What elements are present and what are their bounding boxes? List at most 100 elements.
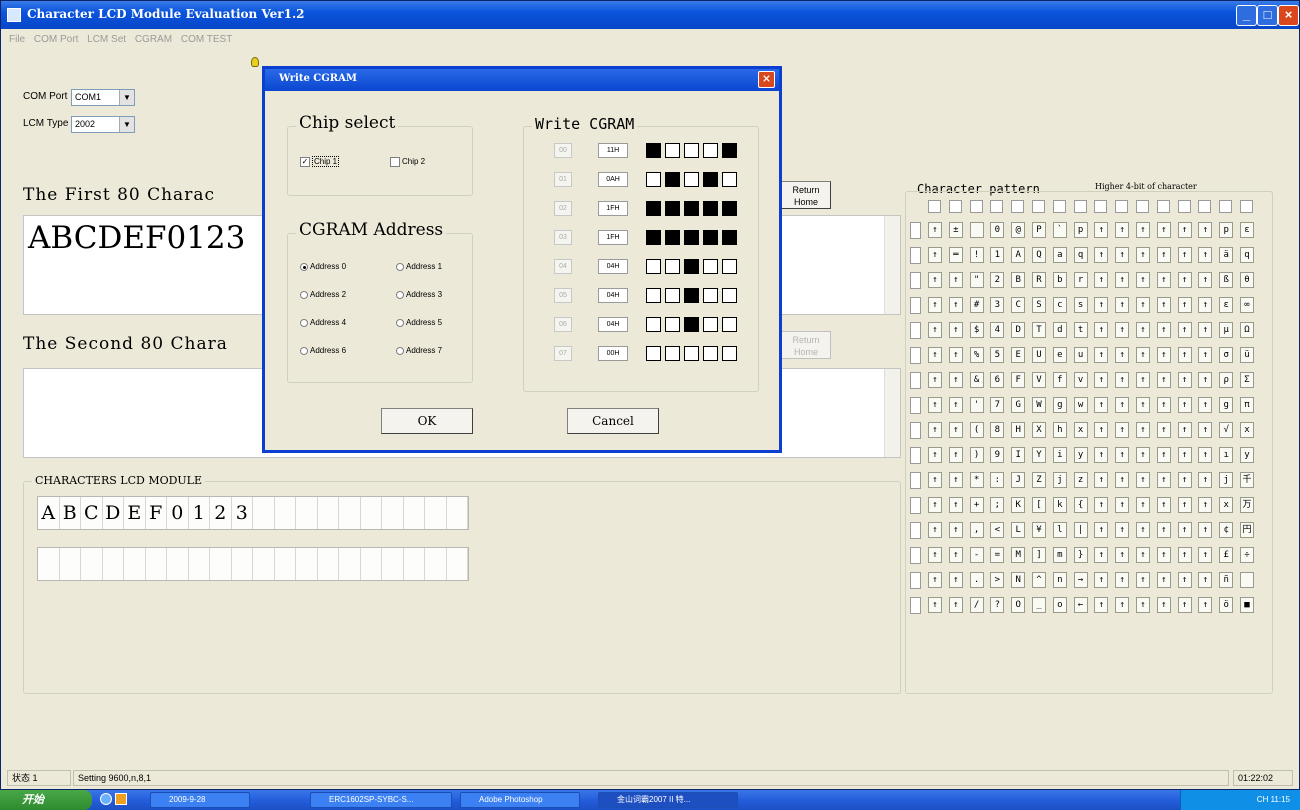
pattern-cell[interactable]: ↑ bbox=[928, 222, 942, 238]
pattern-cell[interactable]: 0 bbox=[990, 222, 1005, 238]
pattern-cell[interactable] bbox=[1240, 572, 1254, 588]
pattern-cell[interactable]: f bbox=[1052, 372, 1067, 388]
cgram-pixel-toggle[interactable] bbox=[722, 172, 737, 187]
cgram-row-hex-input[interactable]: 11H bbox=[598, 143, 628, 158]
pattern-cell[interactable]: 9 bbox=[990, 447, 1005, 463]
cgram-pixel-toggle[interactable] bbox=[684, 317, 699, 332]
chip1-checkbox[interactable]: ✓ Chip 1 bbox=[300, 156, 340, 168]
pattern-cell[interactable]: 2 bbox=[990, 272, 1005, 288]
pattern-cell[interactable]: ε bbox=[1219, 297, 1234, 313]
pattern-cell[interactable]: ↑ bbox=[1156, 522, 1171, 538]
pattern-cell[interactable]: ↑ bbox=[1156, 497, 1171, 513]
pattern-cell[interactable]: ↑ bbox=[1198, 272, 1213, 288]
pattern-cell[interactable]: ↑ bbox=[948, 572, 963, 588]
pattern-cell[interactable]: р bbox=[1219, 222, 1234, 238]
pattern-cell[interactable]: _ bbox=[1032, 597, 1046, 613]
cgram-pixel-toggle[interactable] bbox=[684, 288, 699, 303]
pattern-cell[interactable]: , bbox=[969, 522, 984, 538]
pattern-cell[interactable]: ↑ bbox=[928, 597, 942, 613]
cgram-row-hex-input[interactable]: 1FH bbox=[598, 201, 628, 216]
pattern-cell[interactable]: ρ bbox=[1219, 372, 1234, 388]
menu-com-test[interactable]: COM TEST bbox=[181, 34, 232, 45]
pattern-cell[interactable]: ↑ bbox=[948, 397, 963, 413]
cgram-pixel-toggle[interactable] bbox=[646, 259, 661, 274]
cgram-pixel-toggle[interactable] bbox=[665, 143, 680, 158]
com-port-select[interactable]: COM1 ▼ bbox=[71, 89, 135, 106]
pattern-cell[interactable]: X bbox=[1032, 422, 1046, 438]
pattern-cell[interactable]: Y bbox=[1032, 447, 1046, 463]
pattern-cell[interactable]: ↑ bbox=[928, 497, 942, 513]
pattern-cell[interactable]: ↑ bbox=[1115, 522, 1130, 538]
cgram-pixel-toggle[interactable] bbox=[722, 317, 737, 332]
pattern-cell[interactable]: y bbox=[1073, 447, 1088, 463]
cgram-pixel-toggle[interactable] bbox=[722, 346, 737, 361]
pattern-cell[interactable]: 円 bbox=[1240, 522, 1254, 538]
cgram-pixel-toggle[interactable] bbox=[684, 346, 699, 361]
pattern-column-checkbox[interactable] bbox=[1115, 200, 1129, 213]
pattern-cell[interactable]: ↑ bbox=[1198, 572, 1213, 588]
pattern-cell[interactable]: v bbox=[1073, 372, 1088, 388]
cgram-pixel-toggle[interactable] bbox=[665, 317, 680, 332]
pattern-cell[interactable]: ═ bbox=[948, 247, 963, 263]
pattern-cell[interactable]: K bbox=[1011, 497, 1026, 513]
pattern-cell[interactable]: ↑ bbox=[1198, 347, 1213, 363]
address-2-radio[interactable]: Address 2 bbox=[300, 290, 346, 299]
pattern-cell[interactable]: ↑ bbox=[1156, 572, 1171, 588]
pattern-cell[interactable]: # bbox=[969, 297, 984, 313]
pattern-cell[interactable]: ↑ bbox=[1094, 347, 1109, 363]
pattern-cell[interactable]: : bbox=[990, 472, 1005, 488]
pattern-cell[interactable]: q bbox=[1073, 247, 1088, 263]
pattern-cell[interactable] bbox=[969, 222, 984, 238]
cgram-pixel-toggle[interactable] bbox=[665, 201, 680, 216]
pattern-column-checkbox[interactable] bbox=[1052, 200, 1066, 213]
pattern-cell[interactable]: - bbox=[969, 547, 984, 563]
pattern-cell[interactable]: N bbox=[1011, 572, 1026, 588]
pattern-cell[interactable]: g bbox=[1052, 397, 1067, 413]
pattern-cell[interactable]: g bbox=[1219, 397, 1234, 413]
pattern-cell[interactable]: ↑ bbox=[928, 547, 942, 563]
pattern-cell[interactable]: ↑ bbox=[928, 322, 942, 338]
pattern-column-checkbox[interactable] bbox=[948, 200, 962, 213]
pattern-cell[interactable]: ■ bbox=[1240, 597, 1254, 613]
pattern-cell[interactable]: ↑ bbox=[1115, 422, 1130, 438]
pattern-cell[interactable]: ↑ bbox=[1115, 597, 1130, 613]
pattern-cell[interactable]: ↑ bbox=[948, 522, 963, 538]
pattern-cell[interactable]: c bbox=[1052, 297, 1067, 313]
pattern-column-checkbox[interactable] bbox=[1094, 200, 1108, 213]
pattern-cell[interactable]: ↑ bbox=[1177, 447, 1192, 463]
pattern-cell[interactable]: ↑ bbox=[1094, 322, 1109, 338]
pattern-cell[interactable]: p bbox=[1073, 222, 1088, 238]
pattern-cell[interactable]: F bbox=[1011, 372, 1026, 388]
pattern-cell[interactable]: k bbox=[1052, 497, 1067, 513]
pattern-cell[interactable]: ↑ bbox=[1136, 522, 1150, 538]
pattern-row-checkbox[interactable] bbox=[910, 497, 921, 514]
pattern-cell[interactable]: ↑ bbox=[1094, 372, 1109, 388]
pattern-cell[interactable]: Σ bbox=[1240, 372, 1254, 388]
pattern-cell[interactable]: ↑ bbox=[1136, 422, 1150, 438]
pattern-cell[interactable]: ! bbox=[969, 247, 984, 263]
task-document[interactable]: ERC1602SP-SYBC-S... bbox=[310, 792, 452, 808]
pattern-cell[interactable]: ↑ bbox=[948, 597, 963, 613]
cgram-pixel-toggle[interactable] bbox=[722, 259, 737, 274]
pattern-cell[interactable]: ↑ bbox=[928, 272, 942, 288]
pattern-cell[interactable]: * bbox=[969, 472, 984, 488]
pattern-cell[interactable]: ↑ bbox=[1115, 272, 1130, 288]
pattern-cell[interactable]: 1 bbox=[990, 247, 1005, 263]
pattern-row-checkbox[interactable] bbox=[910, 397, 921, 414]
pattern-cell[interactable]: ↑ bbox=[1115, 572, 1130, 588]
pattern-cell[interactable]: = bbox=[990, 547, 1005, 563]
lcm-type-select[interactable]: 2002 ▼ bbox=[71, 116, 135, 133]
pattern-cell[interactable]: ↑ bbox=[928, 472, 942, 488]
cgram-pixel-toggle[interactable] bbox=[646, 346, 661, 361]
pattern-cell[interactable]: ↑ bbox=[1136, 272, 1150, 288]
pattern-row-checkbox[interactable] bbox=[910, 222, 921, 239]
pattern-cell[interactable]: L bbox=[1011, 522, 1026, 538]
pattern-cell[interactable]: ↑ bbox=[1094, 447, 1109, 463]
pattern-cell[interactable]: → bbox=[1073, 572, 1088, 588]
return-home-button-1[interactable]: Return Home bbox=[781, 181, 831, 209]
pattern-cell[interactable]: ↑ bbox=[928, 422, 942, 438]
cgram-pixel-toggle[interactable] bbox=[684, 201, 699, 216]
pattern-cell[interactable]: ) bbox=[969, 447, 984, 463]
pattern-cell[interactable]: ↑ bbox=[928, 372, 942, 388]
pattern-column-checkbox[interactable] bbox=[1073, 200, 1087, 213]
